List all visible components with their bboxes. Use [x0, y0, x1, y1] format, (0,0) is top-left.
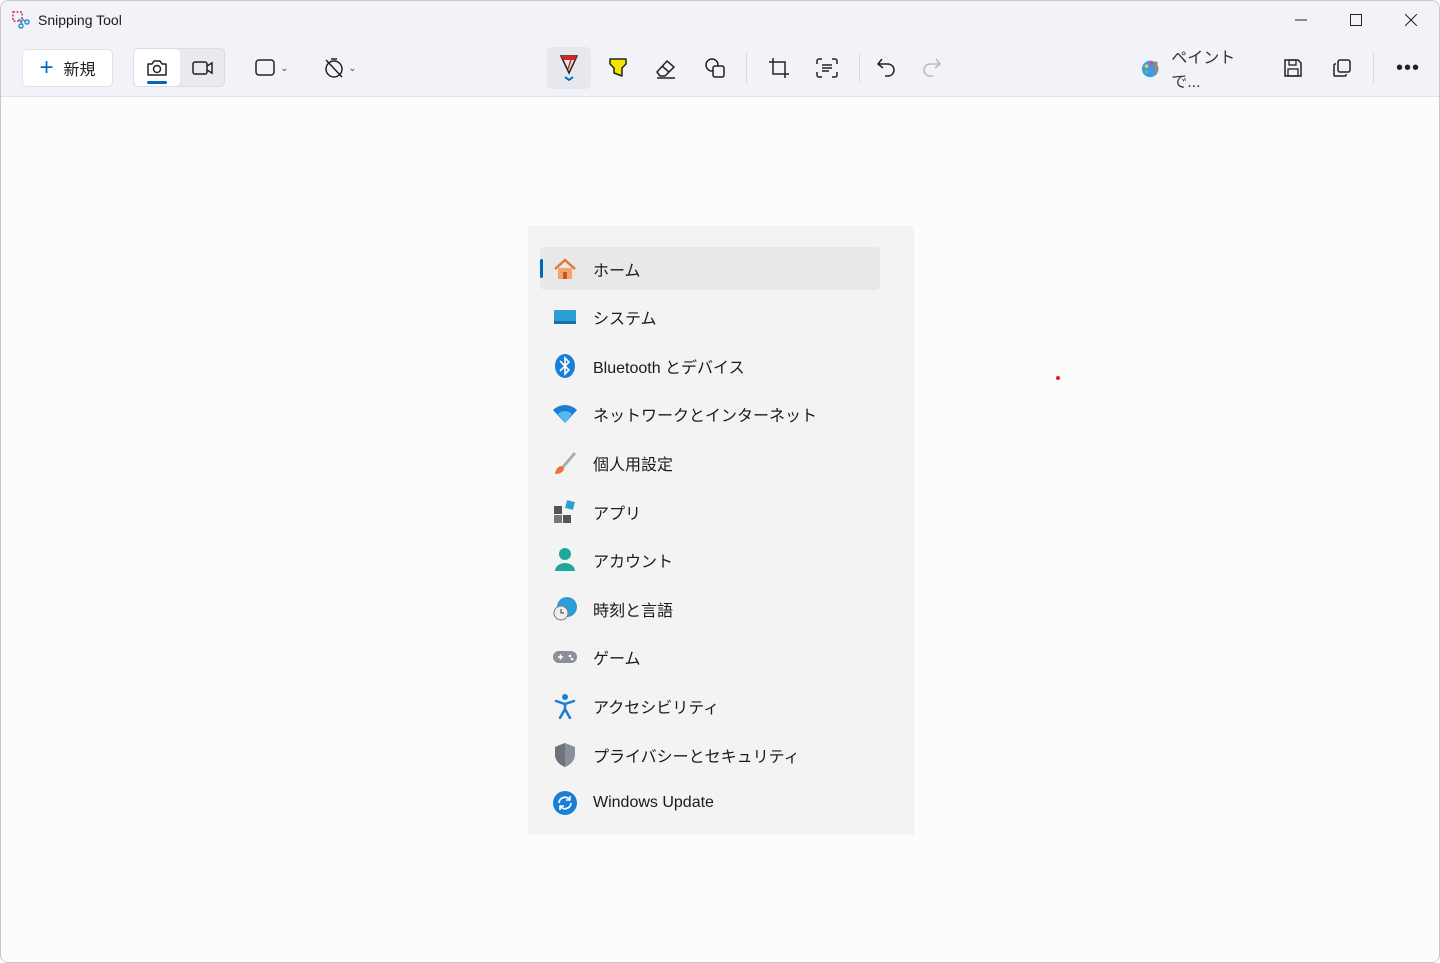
- pen-dot-mark: [1056, 376, 1060, 380]
- settings-menu-item-label: Windows Update: [593, 794, 714, 812]
- shield-icon: [552, 742, 578, 768]
- save-icon: [1284, 59, 1302, 77]
- capture-mode-toggle: [133, 48, 225, 87]
- settings-menu-item[interactable]: アクセシビリティ: [540, 684, 880, 727]
- settings-menu-item[interactable]: 個人用設定: [540, 441, 880, 484]
- copy-icon: [1333, 59, 1351, 77]
- open-in-paint-button[interactable]: ペイントで...: [1137, 50, 1257, 91]
- eraser-icon: [656, 59, 676, 79]
- snip-shape-dropdown[interactable]: ⌄: [249, 53, 295, 83]
- text-actions-icon: [816, 58, 838, 78]
- redo-button[interactable]: [909, 51, 953, 85]
- settings-menu-item-label: システム: [593, 311, 657, 329]
- copy-button[interactable]: [1320, 51, 1364, 85]
- settings-menu-item[interactable]: アカウント: [540, 539, 880, 582]
- window-title: Snipping Tool: [38, 12, 122, 28]
- settings-menu-item[interactable]: システム: [540, 296, 880, 339]
- settings-menu-item-label: 個人用設定: [593, 456, 674, 474]
- shapes-icon: [705, 58, 725, 78]
- wifi-icon: [552, 401, 578, 427]
- settings-menu-item[interactable]: アプリ: [540, 490, 880, 533]
- settings-menu-item-label: 時刻と言語: [593, 602, 674, 620]
- time-language-icon: [552, 596, 578, 622]
- shapes-button[interactable]: [693, 51, 737, 85]
- settings-menu-item-label: アプリ: [593, 505, 642, 523]
- settings-menu-item[interactable]: ゲーム: [540, 636, 880, 679]
- crop-button[interactable]: [757, 51, 801, 85]
- toolbar: + 新規 ⌄ ⌄ ペイントで... •••: [1, 39, 1439, 97]
- ellipsis-icon: •••: [1395, 56, 1420, 79]
- highlighter-button[interactable]: [596, 51, 640, 85]
- video-mode-button[interactable]: [180, 49, 226, 86]
- settings-menu-item[interactable]: Bluetooth とデバイス: [540, 344, 880, 387]
- settings-menu-item-label: Bluetooth とデバイス: [593, 359, 745, 377]
- undo-icon: [876, 58, 895, 77]
- settings-menu-item-label: ゲーム: [593, 651, 641, 669]
- pen-icon: [559, 55, 579, 82]
- open-in-paint-label: ペイントで...: [1171, 50, 1236, 91]
- snipping-tool-window: Snipping Tool + 新規 ⌄ ⌄ ペイントで... ••• ホーム …: [0, 0, 1440, 963]
- text-actions-button[interactable]: [805, 51, 849, 85]
- new-snip-button[interactable]: + 新規: [22, 49, 113, 87]
- apps-icon: [552, 499, 578, 525]
- settings-menu-item-label: アカウント: [593, 554, 674, 572]
- timer-off-icon: [325, 58, 344, 78]
- account-icon: [552, 547, 578, 573]
- chevron-down-icon: ⌄: [280, 62, 289, 74]
- rectangle-snip-icon: [255, 59, 276, 76]
- close-button[interactable]: [1388, 5, 1434, 35]
- system-icon: [552, 304, 578, 330]
- redo-icon: [923, 58, 942, 77]
- more-options-button[interactable]: •••: [1386, 51, 1430, 85]
- eraser-button[interactable]: [644, 51, 688, 85]
- settings-menu-item-label: ホーム: [593, 262, 641, 280]
- new-label: 新規: [63, 62, 96, 79]
- save-button[interactable]: [1271, 51, 1315, 85]
- chevron-down-icon: ⌄: [348, 62, 357, 74]
- camera-icon: [147, 59, 167, 76]
- home-icon: [552, 256, 578, 282]
- settings-menu-item-label: プライバシーとセキュリティ: [593, 748, 800, 766]
- accessibility-icon: [552, 693, 578, 719]
- snipping-tool-app-icon: [12, 11, 30, 29]
- gamepad-icon: [552, 644, 578, 670]
- toolbar-separator: [746, 53, 747, 83]
- settings-menu-item[interactable]: ネットワークとインターネット: [540, 393, 880, 436]
- toolbar-separator: [1373, 53, 1374, 83]
- ballpoint-pen-button[interactable]: [547, 47, 591, 89]
- settings-menu-item[interactable]: プライバシーとセキュリティ: [540, 733, 880, 776]
- bluetooth-icon: [552, 353, 578, 379]
- settings-menu-item-label: ネットワークとインターネット: [593, 408, 818, 426]
- plus-icon: +: [39, 54, 54, 81]
- minimize-button[interactable]: [1278, 5, 1324, 35]
- maximize-button[interactable]: [1333, 5, 1379, 35]
- toolbar-separator: [859, 53, 860, 83]
- highlighter-icon: [609, 58, 627, 77]
- video-icon: [192, 60, 213, 75]
- screenshot-mode-button[interactable]: [134, 49, 180, 86]
- delay-timer-dropdown[interactable]: ⌄: [317, 53, 363, 83]
- title-bar: Snipping Tool: [1, 1, 1439, 39]
- undo-button[interactable]: [865, 51, 909, 85]
- paint-app-icon: [1141, 60, 1159, 78]
- crop-icon: [769, 58, 789, 78]
- settings-menu-item-label: アクセシビリティ: [593, 699, 720, 717]
- settings-menu-item[interactable]: Windows Update: [540, 782, 880, 825]
- settings-menu-item[interactable]: ホーム: [540, 247, 880, 290]
- brush-icon: [552, 450, 578, 476]
- settings-menu-item[interactable]: 時刻と言語: [540, 587, 880, 630]
- captured-settings-menu: ホームシステム Bluetooth とデバイスネットワークとインターネット 個人用設…: [528, 226, 914, 835]
- update-icon: [552, 790, 578, 816]
